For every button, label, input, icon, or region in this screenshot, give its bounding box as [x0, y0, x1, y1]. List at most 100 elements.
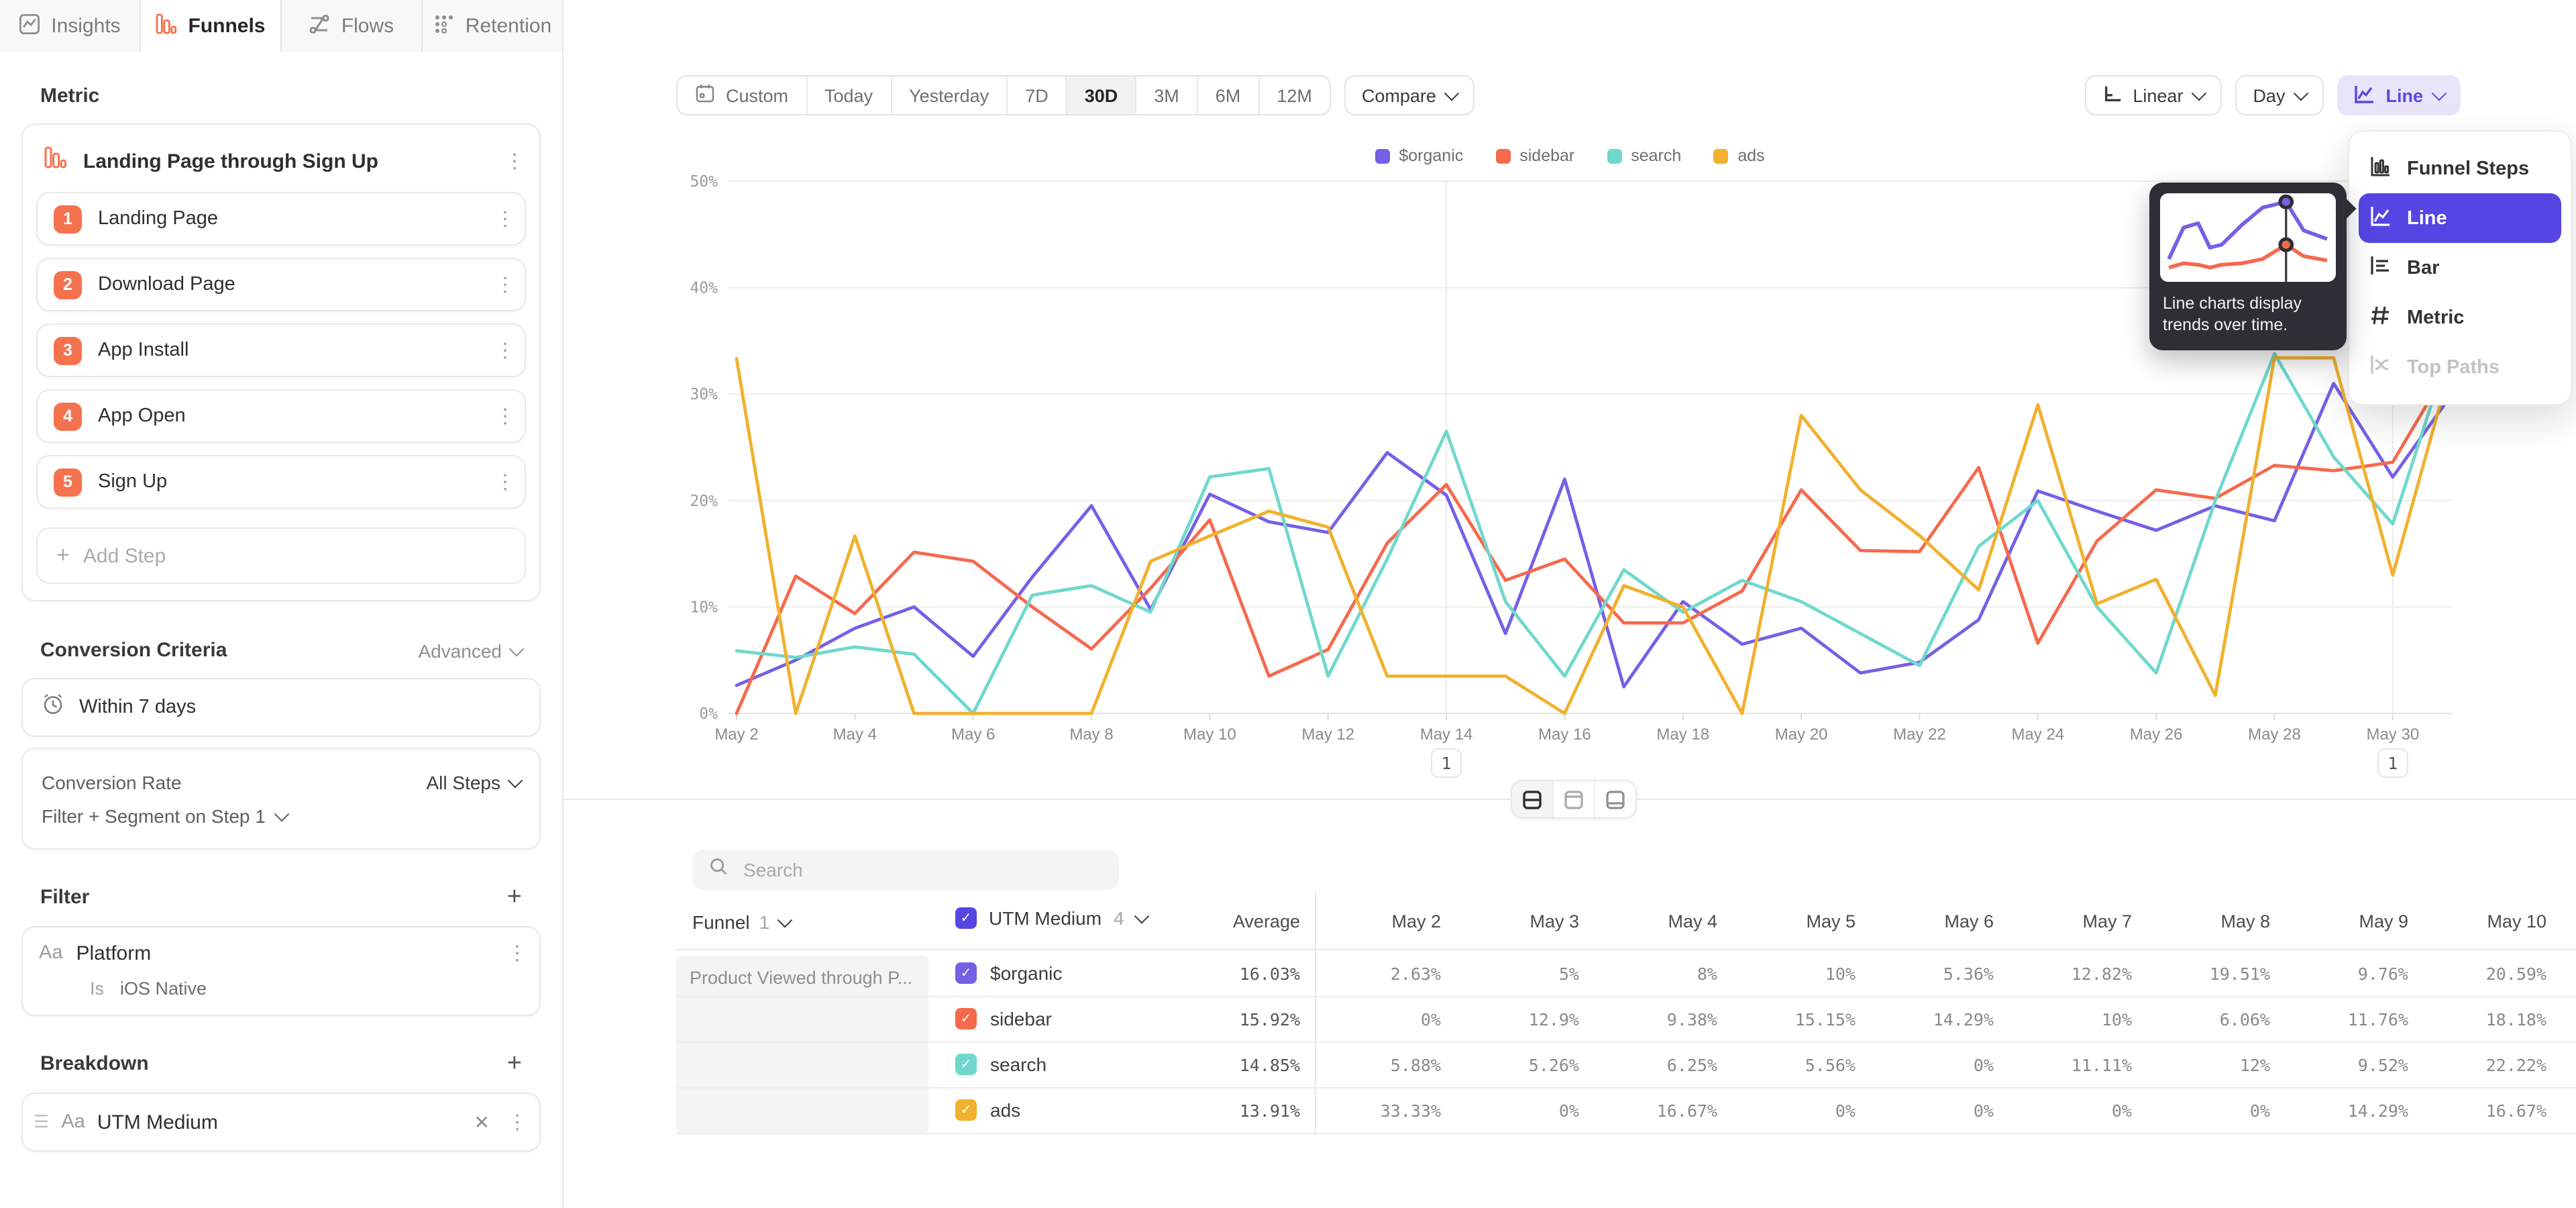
range-30d[interactable]: 30D: [1067, 77, 1137, 114]
filter-heading: Filter: [40, 886, 89, 909]
tab-retention[interactable]: Retention: [423, 0, 564, 52]
cell-value: 10%: [1825, 964, 1856, 984]
advanced-label: Advanced: [418, 640, 502, 661]
conversion-criteria-heading: Conversion Criteria: [40, 639, 227, 662]
range-yesterday[interactable]: Yesterday: [892, 77, 1008, 114]
column-header[interactable]: May 9: [2359, 911, 2408, 932]
tab-funnels[interactable]: Funnels: [141, 0, 282, 54]
filter-segment-dropdown[interactable]: Filter + Segment on Step 1: [42, 800, 521, 832]
cell-value: 0%: [1974, 1101, 1994, 1121]
column-header[interactable]: May 10: [2487, 911, 2546, 932]
conversion-rate-card: Conversion Rate All Steps Filter + Segme…: [21, 748, 541, 850]
conversion-window[interactable]: Within 7 days: [21, 678, 541, 737]
all-steps-dropdown[interactable]: All Steps: [427, 772, 521, 793]
funnel-step-3[interactable]: 3 App Install ⋮: [36, 323, 526, 377]
range-custom[interactable]: Custom: [678, 77, 807, 114]
query-sidebar: Metric Landing Page through Sign Up ⋮ 1 …: [0, 52, 564, 1208]
menu-item-funnel-steps[interactable]: Funnel Steps: [2349, 144, 2571, 193]
filter-value[interactable]: iOS Native: [120, 978, 207, 999]
all-steps-label: All Steps: [427, 772, 501, 793]
step-kebab-icon[interactable]: ⋮: [495, 470, 511, 494]
layout-bottom-panel-button[interactable]: [1595, 781, 1635, 817]
add-filter-button[interactable]: +: [507, 885, 522, 910]
layout-split-horizontal-button[interactable]: [1512, 781, 1554, 817]
table-search[interactable]: [692, 850, 1119, 890]
funnels-app: Insights Funnels Flows Retention Metric …: [0, 0, 2576, 1208]
funnel-column-dropdown[interactable]: Funnel 1: [692, 911, 790, 933]
layout-top-panel-button[interactable]: [1554, 781, 1595, 817]
cell-average: 14.85%: [1240, 1055, 1300, 1075]
chart-type-dropdown[interactable]: Line: [2337, 75, 2461, 115]
table-row[interactable]: ✓ sidebar 15.92% 0% 12.9% 9.38% 15.15% 1…: [676, 996, 2576, 1043]
step-kebab-icon[interactable]: ⋮: [495, 272, 511, 297]
column-header[interactable]: May 5: [1806, 911, 1856, 932]
filter-kebab-icon[interactable]: ⋮: [507, 941, 523, 965]
step-kebab-icon[interactable]: ⋮: [495, 404, 511, 428]
advanced-dropdown[interactable]: Advanced: [418, 640, 522, 661]
column-header-average[interactable]: Average: [1233, 911, 1300, 932]
column-header[interactable]: May 3: [1529, 911, 1579, 932]
drag-handle-icon[interactable]: ☰: [34, 1111, 49, 1133]
step-kebab-icon[interactable]: ⋮: [495, 207, 511, 231]
funnel-step-4[interactable]: 4 App Open ⋮: [36, 389, 526, 443]
cell-value: 15.15%: [1795, 1009, 1856, 1029]
tab-flows[interactable]: Flows: [282, 0, 423, 52]
filter-platform-card[interactable]: Aa Platform ⋮ Is iOS Native: [21, 926, 541, 1016]
granularity-dropdown[interactable]: Day: [2235, 75, 2324, 115]
select-all-checkbox[interactable]: ✓: [955, 907, 977, 929]
series-checkbox[interactable]: ✓: [955, 962, 977, 984]
svg-text:40%: 40%: [690, 280, 718, 297]
breakdown-kebab-icon[interactable]: ⋮: [507, 1110, 523, 1134]
column-header[interactable]: May 7: [2082, 911, 2132, 932]
menu-item-line[interactable]: Line: [2359, 193, 2561, 243]
chevron-down-icon: [2294, 86, 2309, 101]
funnel-steps-icon: [2368, 154, 2392, 183]
range-6m[interactable]: 6M: [1198, 77, 1260, 114]
breakdown-utm-card[interactable]: ☰ Aa UTM Medium ✕ ⋮: [21, 1093, 541, 1152]
utm-count: 4: [1114, 907, 1124, 929]
cell-value: 16.67%: [1657, 1101, 1717, 1121]
svg-text:May 26: May 26: [2130, 725, 2183, 744]
compare-button[interactable]: Compare: [1344, 75, 1475, 115]
add-step-button[interactable]: + Add Step: [36, 527, 526, 584]
funnel-kebab-icon[interactable]: ⋮: [504, 149, 521, 173]
funnel-count: 1: [759, 911, 770, 933]
tab-insights[interactable]: Insights: [0, 0, 141, 52]
column-header[interactable]: May 8: [2220, 911, 2270, 932]
range-today[interactable]: Today: [807, 77, 892, 114]
menu-item-bar[interactable]: Bar: [2349, 243, 2571, 293]
add-step-label: Add Step: [83, 544, 166, 567]
table-row[interactable]: ✓ search 14.85% 5.88% 5.26% 6.25% 5.56% …: [676, 1042, 2576, 1089]
remove-breakdown-icon[interactable]: ✕: [474, 1111, 490, 1134]
table-row[interactable]: ✓ ads 13.91% 33.33% 0% 16.67% 0% 0% 0% 0…: [676, 1087, 2576, 1134]
row-name: sidebar: [990, 1008, 1052, 1029]
funnel-step-2[interactable]: 2 Download Page ⋮: [36, 258, 526, 311]
cell-value: 19.51%: [2210, 964, 2270, 984]
step-kebab-icon[interactable]: ⋮: [495, 338, 511, 362]
series-checkbox[interactable]: ✓: [955, 1099, 977, 1121]
svg-text:May 24: May 24: [2011, 725, 2064, 744]
funnel-step-1[interactable]: 1 Landing Page ⋮: [36, 192, 526, 246]
series-checkbox[interactable]: ✓: [955, 1054, 977, 1075]
series-checkbox[interactable]: ✓: [955, 1008, 977, 1029]
svg-text:May 2: May 2: [714, 725, 758, 744]
menu-item-metric[interactable]: Metric: [2349, 293, 2571, 342]
range-3m[interactable]: 3M: [1136, 77, 1198, 114]
filter-operator[interactable]: Is: [90, 978, 104, 999]
column-header[interactable]: May 4: [1668, 911, 1717, 932]
date-range-group: Custom Today Yesterday 7D 30D 3M 6M 12M: [676, 75, 1331, 115]
svg-text:30%: 30%: [690, 386, 718, 403]
range-7d[interactable]: 7D: [1008, 77, 1067, 114]
funnel-title: Landing Page through Sign Up: [83, 150, 488, 172]
search-input[interactable]: [741, 858, 1103, 882]
scale-dropdown[interactable]: Linear: [2084, 75, 2222, 115]
table-row[interactable]: ✓ $organic 16.03% 2.63% 5% 8% 10% 5.36% …: [676, 950, 2576, 997]
utm-column-dropdown[interactable]: ✓ UTM Medium 4: [955, 907, 1147, 929]
date-toolbar: Custom Today Yesterday 7D 30D 3M 6M 12M …: [676, 75, 1475, 115]
funnel-step-5[interactable]: 5 Sign Up ⋮: [36, 455, 526, 509]
column-header[interactable]: May 6: [1944, 911, 1994, 932]
column-header[interactable]: May 2: [1391, 911, 1441, 932]
range-12m[interactable]: 12M: [1259, 77, 1330, 114]
chart-type-menu: Funnel Steps Line Bar Metric Top Paths: [2348, 130, 2572, 405]
add-breakdown-button[interactable]: +: [507, 1051, 522, 1076]
